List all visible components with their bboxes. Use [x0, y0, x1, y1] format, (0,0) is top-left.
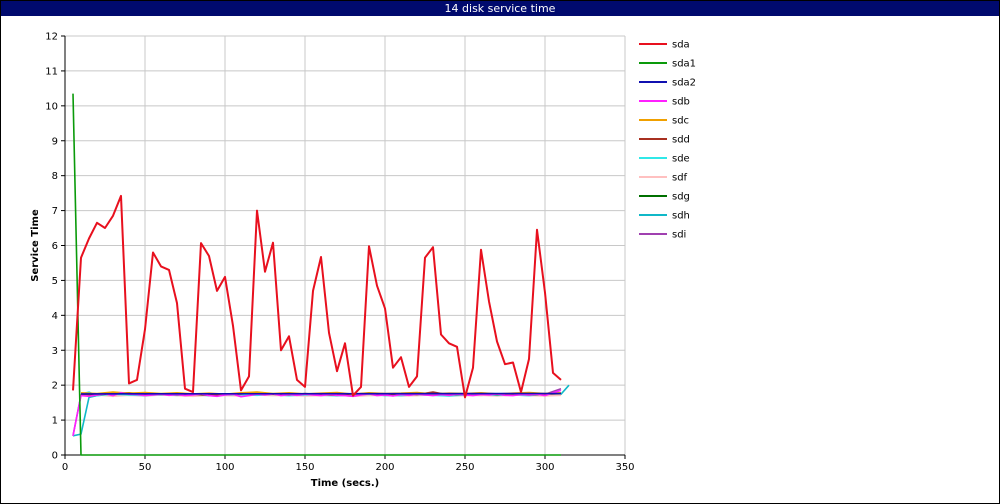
x-tick-label: 350 [615, 462, 634, 473]
legend-label: sdb [672, 97, 690, 108]
x-tick-label: 300 [535, 462, 554, 473]
legend-label: sdg [672, 192, 690, 203]
x-tick-label: 200 [375, 462, 394, 473]
y-tick-label: 5 [52, 276, 58, 287]
legend-label: sdc [672, 116, 689, 127]
x-axis-label: Time (secs.) [311, 478, 380, 489]
y-tick-label: 3 [52, 346, 58, 357]
legend-label: sda1 [672, 59, 696, 70]
y-tick-label: 1 [52, 416, 58, 427]
y-tick-label: 11 [45, 66, 58, 77]
legend-label: sdf [672, 173, 688, 184]
y-tick-label: 4 [52, 311, 58, 322]
legend-label: sdi [672, 230, 686, 241]
series-lines [72, 93, 570, 456]
y-tick-label: 8 [52, 171, 58, 182]
legend-label: sda2 [672, 78, 696, 89]
legend-label: sde [672, 154, 690, 165]
legend-label: sdd [672, 135, 690, 146]
axes: 01234567891011120 50 100 150 200 250 300 350 [45, 32, 634, 474]
y-tick-label: 12 [45, 32, 58, 43]
y-tick-label: 10 [45, 101, 58, 112]
x-tick-label: 50 [139, 462, 152, 473]
line-chart: 01234567891011120 50 100 150 200 250 300 350 sd… [30, 32, 696, 490]
y-axis-label: Service Time [30, 209, 41, 282]
y-tick-label: 9 [52, 136, 58, 147]
legend: sda sda1 sda2 sdb sdc sdd sde sdf sdg sdh sdi [639, 40, 696, 241]
legend-label: sdh [672, 211, 690, 222]
y-tick-label: 7 [52, 206, 58, 217]
series-line-sda [72, 194, 562, 399]
y-tick-label: 2 [52, 381, 58, 392]
legend-label: sda [672, 40, 690, 51]
series-line-sdb [72, 389, 562, 436]
y-tick-label: 0 [52, 451, 58, 462]
x-tick-label: 250 [455, 462, 474, 473]
x-tick-label: 0 [62, 462, 68, 473]
x-tick-label: 150 [295, 462, 314, 473]
x-tick-label: 100 [215, 462, 234, 473]
y-tick-label: 6 [52, 241, 58, 252]
